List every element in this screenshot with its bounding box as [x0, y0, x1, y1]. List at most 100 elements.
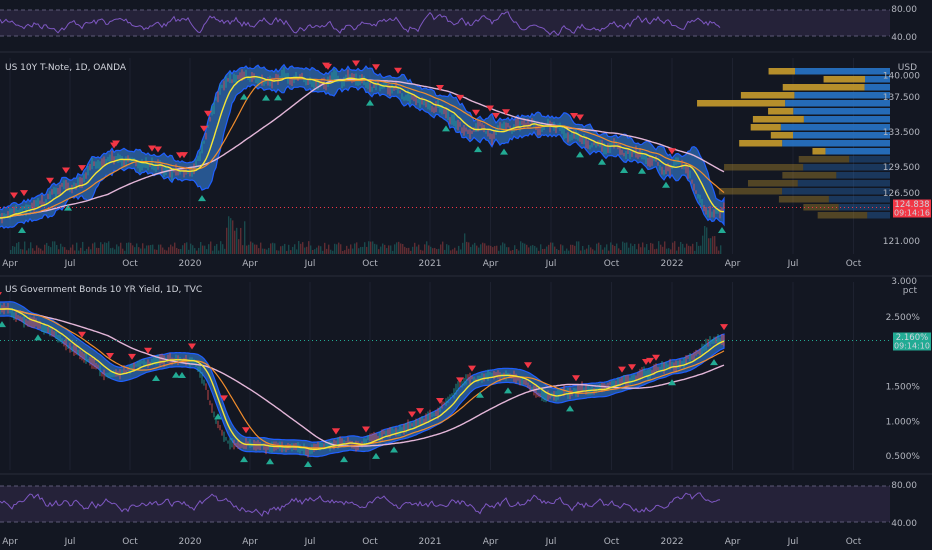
volume-bar: [602, 249, 604, 254]
volume-bar: [586, 248, 588, 254]
volume-bar: [10, 249, 12, 254]
price-y-tick: 137.500: [883, 93, 920, 103]
volume-profile-up-12: [803, 164, 890, 171]
price-y-tick: 126.500: [883, 189, 920, 199]
volume-bar: [376, 244, 378, 254]
volume-bar: [186, 242, 188, 254]
volume-bar: [630, 243, 632, 254]
volume-bar: [180, 249, 182, 254]
volume-bar: [106, 242, 108, 254]
volume-bar: [656, 248, 658, 254]
volume-bar: [296, 249, 298, 254]
volume-bar: [706, 227, 708, 254]
bottom-x-tick: 2020: [179, 537, 202, 547]
volume-bar: [188, 249, 190, 254]
volume-bar: [120, 242, 122, 254]
bottom-x-tick: Apr: [725, 537, 741, 547]
volume-profile-down-11: [798, 156, 850, 163]
volume-bar: [74, 250, 76, 254]
volume-bar: [508, 247, 510, 254]
volume-bar: [600, 244, 602, 254]
volume-bar: [326, 248, 328, 254]
volume-bar: [44, 244, 46, 254]
volume-bar: [668, 248, 670, 254]
volume-bar: [240, 227, 242, 254]
volume-bar: [164, 249, 166, 254]
volume-bar: [290, 250, 292, 254]
rsi-top-band: [0, 10, 890, 36]
volume-profile-up-5: [793, 108, 890, 115]
volume-bar: [98, 248, 100, 254]
volume-bar: [652, 243, 654, 254]
volume-bar: [480, 244, 482, 254]
volume-bar: [156, 249, 158, 254]
volume-bar: [608, 250, 610, 254]
yield-unit: pct: [903, 286, 918, 296]
price-x-tick: 2021: [419, 259, 442, 269]
volume-bar: [610, 242, 612, 254]
chart-canvas[interactable]: 80.0040.00US 10Y T-Note, 1D, OANDA USD140…: [0, 0, 932, 550]
volume-bar: [698, 245, 700, 254]
volume-bar: [458, 245, 460, 254]
volume-bar: [438, 248, 440, 254]
volume-bar: [562, 245, 564, 254]
volume-bar: [340, 244, 342, 254]
volume-bar: [306, 246, 308, 254]
volume-bar: [614, 245, 616, 254]
volume-bar: [332, 250, 334, 254]
yield-y-tick: 0.500%: [886, 452, 921, 462]
volume-profile-down-12: [724, 164, 804, 171]
rsi-bottom-level-80: 80.00: [891, 481, 917, 491]
volume-bar: [570, 244, 572, 254]
volume-bar: [624, 242, 626, 254]
volume-bar: [654, 249, 656, 254]
volume-bar: [226, 227, 228, 254]
volume-profile-up-6: [803, 116, 890, 123]
volume-bar: [212, 250, 214, 254]
volume-bar: [408, 247, 410, 254]
volume-bar: [634, 243, 636, 254]
price-y-tick: 129.500: [883, 163, 920, 173]
volume-bar: [510, 250, 512, 254]
volume-bar: [262, 248, 264, 254]
volume-bar: [200, 242, 202, 254]
volume-bar: [388, 245, 390, 254]
volume-bar: [364, 242, 366, 254]
volume-bar: [114, 249, 116, 254]
volume-bar: [642, 242, 644, 254]
volume-bar: [488, 245, 490, 254]
volume-bar: [708, 238, 710, 254]
volume-bar: [260, 242, 262, 254]
volume-bar: [700, 245, 702, 254]
volume-bar: [474, 242, 476, 254]
volume-bar: [632, 245, 634, 254]
volume-bar: [258, 248, 260, 254]
volume-bar: [542, 248, 544, 254]
price-x-tick: Jul: [545, 259, 557, 269]
price-x-tick: Jul: [304, 259, 316, 269]
price-x-tick: 2020: [179, 259, 202, 269]
volume-profile-up-16: [828, 196, 890, 203]
price-countdown: 09:14:16: [894, 209, 930, 218]
volume-bar: [448, 245, 450, 254]
volume-bar: [406, 247, 408, 254]
volume-bar: [460, 249, 462, 254]
yield-y-tick: 1.500%: [886, 382, 921, 392]
volume-bar: [350, 244, 352, 254]
volume-bar: [540, 244, 542, 254]
volume-bar: [384, 244, 386, 254]
price-x-tick: Apr: [725, 259, 741, 269]
volume-bar: [396, 242, 398, 254]
volume-bar: [126, 242, 128, 254]
volume-bar: [482, 242, 484, 254]
volume-profile-down-10: [812, 148, 826, 155]
volume-bar: [42, 250, 44, 254]
volume-bar: [80, 247, 82, 254]
volume-bar: [682, 243, 684, 254]
volume-bar: [312, 249, 314, 254]
volume-bar: [462, 242, 464, 254]
volume-bar: [402, 244, 404, 254]
volume-bar: [718, 250, 720, 254]
volume-bar: [424, 244, 426, 254]
volume-bar: [426, 241, 428, 254]
